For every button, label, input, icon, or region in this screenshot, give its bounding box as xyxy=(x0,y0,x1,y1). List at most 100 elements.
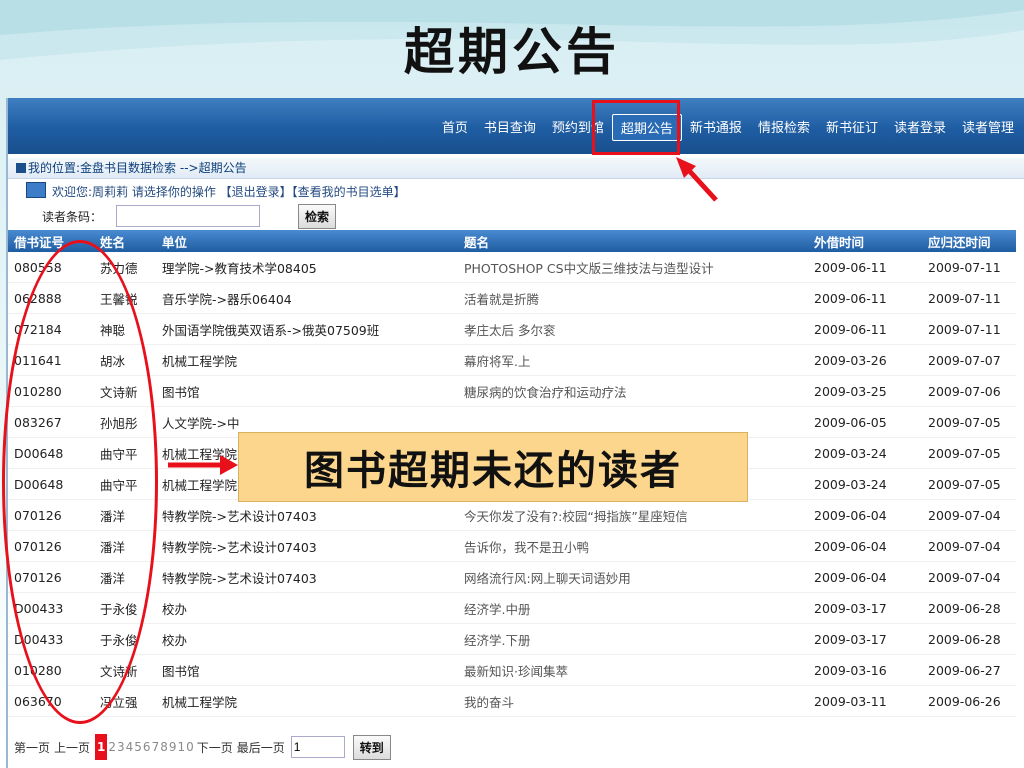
table-cell: 070126 xyxy=(8,561,94,593)
column-header-1[interactable]: 姓名 xyxy=(94,230,156,252)
go-button[interactable]: 转到 xyxy=(352,734,391,760)
column-header-0[interactable]: 借书证号 xyxy=(8,230,94,252)
column-header-4[interactable]: 外借时间 xyxy=(808,230,922,252)
table-cell: 最新知识·珍闻集萃 xyxy=(458,654,808,686)
table-cell: 2009-03-24 xyxy=(808,468,922,500)
column-header-2[interactable]: 单位 xyxy=(156,230,458,252)
table-row[interactable]: 062888 王馨锐 音乐学院->器乐06404 活着就是折腾 2009-06-11 20… xyxy=(8,282,1016,314)
table-cell: 2009-07-07 xyxy=(922,344,1016,376)
table-cell: 2009-06-27 xyxy=(922,654,1016,686)
nav-item-7[interactable]: 读者登录 xyxy=(886,114,954,141)
table-cell: 我的奋斗 xyxy=(458,685,808,717)
next-page-link[interactable]: 下一页 xyxy=(197,739,233,756)
table-cell: 幕府将军.上 xyxy=(458,344,808,376)
table-cell: 胡冰 xyxy=(94,344,156,376)
nav-highlight-box xyxy=(592,100,680,155)
table-cell: 2009-07-11 xyxy=(922,282,1016,314)
table-cell: 080558 xyxy=(8,252,94,283)
table-cell: 文诗新 xyxy=(94,654,156,686)
table-cell: 2009-03-26 xyxy=(808,344,922,376)
table-cell: 今天你发了没有?:校园“拇指族”星座短信 xyxy=(458,499,808,531)
table-cell: 特教学院->艺术设计07403 xyxy=(156,499,458,531)
nav-item-1[interactable]: 书目查询 xyxy=(476,114,544,141)
table-cell: 2009-07-04 xyxy=(922,561,1016,593)
table-cell: 2009-07-04 xyxy=(922,499,1016,531)
table-row[interactable]: D00433 于永俊 校办 经济学.下册 2009-03-17 2009-06-28 xyxy=(8,623,1016,655)
slide-title: 超期公告 xyxy=(404,22,620,81)
table-cell: 010280 xyxy=(8,654,94,686)
table-cell: 文诗新 xyxy=(94,375,156,407)
breadcrumb-text: 我的位置:金盘书目数据检索 -->超期公告 xyxy=(28,161,247,175)
table-cell: 2009-06-28 xyxy=(922,592,1016,624)
top-nav-bar: 首页 书目查询 预约到馆 超期公告 新书通报 情报检索 新书征订 读者登录 读者管理 xyxy=(8,98,1024,154)
table-cell: 2009-07-05 xyxy=(922,437,1016,469)
nav-item-8[interactable]: 读者管理 xyxy=(954,114,1022,141)
table-cell: 2009-06-28 xyxy=(922,623,1016,655)
reader-barcode-input[interactable] xyxy=(116,205,261,227)
table-cell: 特教学院->艺术设计07403 xyxy=(156,530,458,562)
table-row[interactable]: D00433 于永俊 校办 经济学.中册 2009-03-17 2009-06-28 xyxy=(8,592,1016,624)
table-cell: 070126 xyxy=(8,499,94,531)
search-button[interactable]: 检索 xyxy=(298,203,337,229)
nav-menu: 首页 书目查询 预约到馆 超期公告 新书通报 情报检索 新书征订 读者登录 读者管理 xyxy=(434,114,1022,141)
table-row[interactable]: 011641 胡冰 机械工程学院 幕府将军.上 2009-03-26 2009-07-07 xyxy=(8,344,1016,376)
table-row[interactable]: 070126 潘洋 特教学院->艺术设计07403 网络流行风:网上聊天词语妙用 200… xyxy=(8,561,1016,593)
table-cell: 011641 xyxy=(8,344,94,376)
table-cell: 神聪 xyxy=(94,313,156,345)
table-cell: 校办 xyxy=(156,592,458,624)
current-page: 1 xyxy=(95,734,108,760)
nav-item-5[interactable]: 情报检索 xyxy=(750,114,818,141)
table-header-row: 借书证号 姓名 单位 题名 外借时间 应归还时间 xyxy=(8,230,1016,252)
table-cell: PHOTOSHOP CS中文版三维技法与造型设计 xyxy=(458,252,808,283)
table-cell: D00648 xyxy=(8,437,94,469)
table-row[interactable]: 010280 文诗新 图书馆 糖尿病的饮食治疗和运动疗法 2009-03-25 2009-… xyxy=(8,375,1016,407)
table-row[interactable]: 063670 冯立强 机械工程学院 我的奋斗 2009-03-11 2009-06-26 xyxy=(8,685,1016,717)
table-row[interactable]: 070126 潘洋 特教学院->艺术设计07403 今天你发了没有?:校园“拇指族”星… xyxy=(8,499,1016,531)
table-row[interactable]: 010280 文诗新 图书馆 最新知识·珍闻集萃 2009-03-16 2009-06-2… xyxy=(8,654,1016,686)
prev-page-link[interactable]: 上一页 xyxy=(54,739,90,756)
table-cell: 音乐学院->器乐06404 xyxy=(156,282,458,314)
reader-barcode-label: 读者条码： xyxy=(42,209,103,224)
breadcrumb: 我的位置:金盘书目数据检索 -->超期公告 xyxy=(8,158,1024,179)
table-cell: 2009-07-05 xyxy=(922,406,1016,438)
nav-item-0[interactable]: 首页 xyxy=(434,114,476,141)
table-cell: 图书馆 xyxy=(156,654,458,686)
search-row: 读者条码： 检索 xyxy=(8,202,1024,230)
table-cell: 校办 xyxy=(156,623,458,655)
table-cell: 曲守平 xyxy=(94,437,156,469)
table-cell: 糖尿病的饮食治疗和运动疗法 xyxy=(458,375,808,407)
table-cell: 2009-07-11 xyxy=(922,313,1016,345)
page-numbers[interactable]: 2345678910 xyxy=(108,740,194,754)
table-cell: 理学院->教育技术学08405 xyxy=(156,252,458,283)
table-cell: 2009-03-16 xyxy=(808,654,922,686)
column-header-3[interactable]: 题名 xyxy=(458,230,808,252)
table-cell: 070126 xyxy=(8,530,94,562)
table-cell: D00433 xyxy=(8,623,94,655)
table-cell: 孝庄太后 多尔衮 xyxy=(458,313,808,345)
table-row[interactable]: 070126 潘洋 特教学院->艺术设计07403 告诉你，我不是丑小鸭 2009-06… xyxy=(8,530,1016,562)
column-header-5[interactable]: 应归还时间 xyxy=(922,230,1016,252)
welcome-text[interactable]: 欢迎您:周莉莉 请选择你的操作 【退出登录】【查看我的书目选单】 xyxy=(52,185,406,199)
table-cell: 经济学.下册 xyxy=(458,623,808,655)
table-row[interactable]: 080558 苏力德 理学院->教育技术学08405 PHOTOSHOP CS中文版三… xyxy=(8,252,1016,283)
table-cell: 2009-03-17 xyxy=(808,592,922,624)
table-cell: 外国语学院俄英双语系->俄英07509班 xyxy=(156,313,458,345)
table-cell: 2009-06-11 xyxy=(808,252,922,283)
table-cell: 2009-06-04 xyxy=(808,530,922,562)
table-cell: 062888 xyxy=(8,282,94,314)
table-cell: 机械工程学院 xyxy=(156,685,458,717)
table-cell: 潘洋 xyxy=(94,499,156,531)
first-page-link[interactable]: 第一页 xyxy=(14,739,50,756)
table-cell: 2009-03-24 xyxy=(808,437,922,469)
table-cell: 曲守平 xyxy=(94,468,156,500)
table-cell: 2009-07-05 xyxy=(922,468,1016,500)
table-cell: 2009-07-04 xyxy=(922,530,1016,562)
page-jump-input[interactable] xyxy=(290,736,345,758)
nav-item-4[interactable]: 新书通报 xyxy=(682,114,750,141)
table-cell: 2009-03-17 xyxy=(808,623,922,655)
table-cell: 图书馆 xyxy=(156,375,458,407)
table-cell: 孙旭彤 xyxy=(94,406,156,438)
nav-item-6[interactable]: 新书征订 xyxy=(818,114,886,141)
table-row[interactable]: 072184 神聪 外国语学院俄英双语系->俄英07509班 孝庄太后 多尔衮 2009… xyxy=(8,313,1016,345)
last-page-link[interactable]: 最后一页 xyxy=(237,739,285,756)
